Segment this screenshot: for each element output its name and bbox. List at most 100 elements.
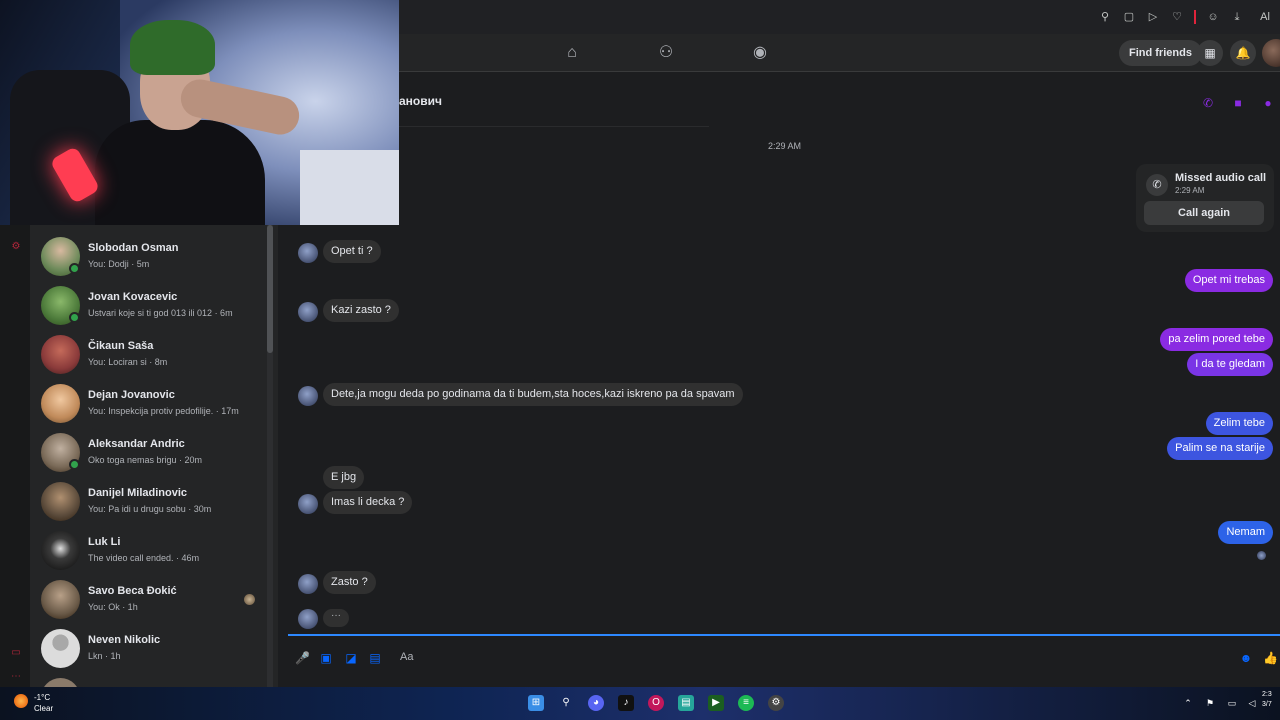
message-bubble-incoming[interactable]: E jbg xyxy=(323,466,365,489)
volume-icon[interactable]: ◁ xyxy=(1246,697,1258,709)
system-clock[interactable]: 2:3 3/7 xyxy=(1262,690,1272,710)
notifications-bell-icon[interactable]: 🔔 xyxy=(1230,40,1256,66)
chat-name: Dejan Jovanovic xyxy=(88,389,175,401)
app-icon[interactable]: ▤ xyxy=(678,695,694,711)
search-icon[interactable]: ⚲ xyxy=(558,695,574,711)
avatar xyxy=(41,335,80,374)
friends-icon[interactable]: ⚇ xyxy=(655,42,677,64)
online-indicator xyxy=(69,263,80,274)
pin-icon[interactable]: ⚲ xyxy=(1098,10,1112,24)
message-bubble-outgoing[interactable]: Palim se na starije xyxy=(1167,437,1273,460)
chat-list-item[interactable]: Jovan Kovacevic Ustvari koje si ti god 0… xyxy=(30,282,266,330)
chat-list-item[interactable]: Savo Beca Đokić You: Ok · 1h xyxy=(30,576,266,624)
chat-name: Danijel Miladinovic xyxy=(88,487,188,499)
facebook-top-nav: ⌂ ⚇ ◉ Find friends ▦ 🔔 xyxy=(399,34,1280,72)
microphone-icon[interactable]: 🎤 xyxy=(295,651,310,665)
tiktok-icon[interactable]: ♪ xyxy=(618,695,634,711)
chat-name: Luk Li xyxy=(88,536,121,548)
sender-avatar xyxy=(298,386,318,406)
chat-list-item-partial[interactable] xyxy=(30,674,266,687)
chat-list-scrollbar[interactable] xyxy=(267,225,273,687)
phone-icon[interactable]: ✆ xyxy=(1201,96,1215,110)
extension-icon[interactable]: Al xyxy=(1254,10,1276,24)
streamer-body xyxy=(95,120,265,225)
avatar xyxy=(41,482,80,521)
sticker-icon[interactable]: ◪ xyxy=(344,651,358,665)
download-icon[interactable]: ⤓ xyxy=(1230,10,1244,24)
spotify-icon[interactable]: ≡ xyxy=(738,695,754,711)
message-input[interactable]: Aa xyxy=(400,651,413,663)
message-bubble-outgoing[interactable]: pa zelim pored tebe xyxy=(1160,328,1273,351)
call-again-button[interactable]: Call again xyxy=(1144,201,1264,225)
discord-icon[interactable]: ◕ xyxy=(588,695,604,711)
chat-preview: The video call ended. · 46m xyxy=(88,553,200,563)
webcam-table xyxy=(300,150,399,225)
streamer-hat xyxy=(130,20,215,75)
chat-preview: You: Pa idi u drugu sobu · 30m xyxy=(88,504,212,514)
message-bubble-incoming[interactable]: Imas li decka ? xyxy=(323,491,413,514)
chat-list-item[interactable]: Dejan Jovanovic You: Inspekcija protiv p… xyxy=(30,380,266,428)
play-icon[interactable]: ▷ xyxy=(1146,10,1160,24)
chat-list-item[interactable]: Čikaun Saša You: Lociran si · 8m xyxy=(30,331,266,379)
message-bubble-incoming[interactable]: Opet ti ? xyxy=(323,240,381,263)
chat-preview: Ustvari koje si ti god 013 ili 012 · 6m xyxy=(88,308,233,318)
steam-icon[interactable]: ⚙ xyxy=(768,695,784,711)
video-icon[interactable]: ■ xyxy=(1231,96,1245,110)
rail-small-icon[interactable]: ▭ xyxy=(10,647,22,659)
terminal-icon[interactable]: ▶ xyxy=(708,695,724,711)
chat-preview: You: Lociran si · 8m xyxy=(88,357,168,367)
user-icon[interactable]: ☺ xyxy=(1206,10,1220,24)
avatar xyxy=(41,580,80,619)
avatar xyxy=(41,531,80,570)
chat-list-item[interactable]: Slobodan Osman You: Dodji · 5m xyxy=(30,233,266,281)
scrollbar-thumb[interactable] xyxy=(267,225,273,353)
message-bubble-incoming[interactable]: Dete,ja mogu deda po godinama da ti bude… xyxy=(323,383,743,406)
image-icon[interactable]: ▣ xyxy=(319,651,333,665)
header-divider xyxy=(399,126,709,127)
heart-icon[interactable]: ♡ xyxy=(1170,10,1184,24)
windows-taskbar: -1°C Clear ⊞ ⚲ ◕ ♪ O ▤ ▶ ≡ ⚙ ⌃ ⚑ ▭ ◁ 2:3… xyxy=(0,687,1280,720)
message-bubble-outgoing[interactable]: I da te gledam xyxy=(1187,353,1273,376)
chat-name: Slobodan Osman xyxy=(88,242,179,254)
chat-list-item[interactable]: Danijel Miladinovic You: Pa idi u drugu … xyxy=(30,478,266,526)
groups-icon[interactable]: ◉ xyxy=(749,42,771,64)
message-timestamp: 2:29 AM xyxy=(768,141,802,151)
weather-condition: Clear xyxy=(34,704,54,713)
message-bubble-outgoing[interactable]: Zelim tebe xyxy=(1205,412,1273,435)
chat-name: Neven Nikolic xyxy=(88,634,161,646)
message-bubble-outgoing[interactable]: Opet mi trebas xyxy=(1184,269,1273,292)
chat-list-item[interactable]: Aleksandar Andric Oko toga nemas brigu ·… xyxy=(30,429,266,477)
clock-time: 2:3 xyxy=(1262,691,1272,698)
profile-avatar[interactable] xyxy=(1262,39,1280,67)
chat-preview: Oko toga nemas brigu · 20m xyxy=(88,455,203,465)
start-icon[interactable]: ⊞ xyxy=(528,695,544,711)
window-icon[interactable]: ▢ xyxy=(1122,10,1136,24)
message-bubble-outgoing[interactable]: Nemam xyxy=(1218,521,1273,544)
sender-avatar xyxy=(298,609,318,629)
chat-name: Savo Beca Đokić xyxy=(88,585,177,597)
find-friends-button[interactable]: Find friends xyxy=(1119,40,1202,66)
message-bubble-incoming[interactable]: Kazi zasto ? xyxy=(323,299,399,322)
chat-list-item[interactable]: Neven Nikolic Lkn · 1h xyxy=(30,625,266,673)
opera-icon[interactable]: O xyxy=(648,695,664,711)
menu-grid-icon[interactable]: ▦ xyxy=(1197,40,1223,66)
like-icon[interactable]: 👍 xyxy=(1263,651,1278,665)
chat-list-item[interactable]: Luk Li The video call ended. · 46m xyxy=(30,527,266,575)
missed-call-card: ✆ Missed audio call 2:29 AM Call again xyxy=(1136,164,1274,232)
emoji-icon[interactable]: ☻ xyxy=(1239,651,1253,665)
weather-widget[interactable]: -1°C Clear xyxy=(14,692,74,716)
rail-more-icon[interactable]: ⋯ xyxy=(10,671,22,683)
weather-icon xyxy=(14,694,28,708)
info-icon[interactable]: ● xyxy=(1261,96,1275,110)
message-bubble-incoming[interactable]: Zasto ? xyxy=(323,571,376,594)
network-icon[interactable]: ⚑ xyxy=(1204,697,1216,709)
toolbar-separator xyxy=(1194,10,1196,24)
gif-icon[interactable]: ▤ xyxy=(368,651,382,665)
settings-icon[interactable]: ⚙ xyxy=(10,241,22,253)
tray-overflow-icon[interactable]: ⌃ xyxy=(1182,697,1194,709)
display-icon[interactable]: ▭ xyxy=(1226,697,1238,709)
chat-preview: You: Inspekcija protiv pedofilije. · 17m xyxy=(88,406,239,416)
conversation-title: анович xyxy=(399,94,442,108)
home-icon[interactable]: ⌂ xyxy=(561,42,583,64)
sender-avatar xyxy=(298,574,318,594)
